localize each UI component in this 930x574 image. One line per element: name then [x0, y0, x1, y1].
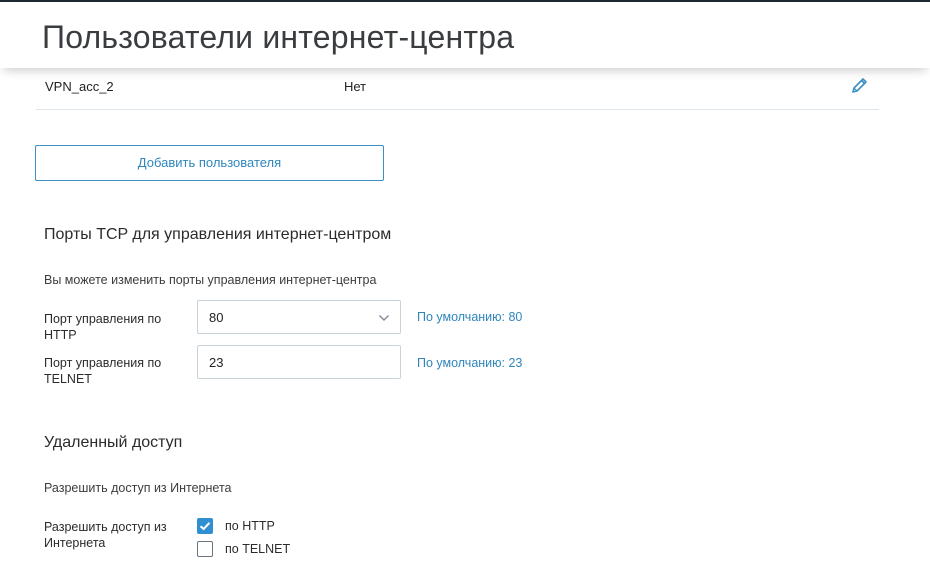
telnet-port-input[interactable]: 23 [197, 345, 401, 379]
remote-http-checkbox[interactable] [197, 518, 213, 534]
remote-access-section-title: Удаленный доступ [44, 434, 183, 451]
telnet-port-label-line2: TELNET [44, 372, 92, 386]
remote-access-label: Разрешить доступ из Интернета [44, 519, 184, 551]
add-user-button[interactable]: Добавить пользователя [35, 145, 384, 181]
page-title: Пользователи интернет-центра [42, 19, 515, 55]
tcp-ports-section-title: Порты TCP для управления интернет-центро… [44, 226, 392, 243]
user-name: VPN_acc_2 [45, 79, 114, 94]
chevron-down-icon [379, 315, 389, 321]
http-port-label-line1: Порт управления по [44, 312, 162, 326]
edit-user-button[interactable] [848, 75, 870, 97]
telnet-port-label-line1: Порт управления по [44, 356, 162, 370]
remote-telnet-checkbox[interactable] [197, 541, 213, 557]
telnet-port-default: По умолчанию: 23 [417, 356, 523, 370]
http-port-select[interactable]: 80 [197, 300, 401, 334]
user-table-row: VPN_acc_2 Нет [36, 68, 879, 110]
telnet-port-label: Порт управления по TELNET [44, 355, 184, 387]
remote-access-label-line2: Интернета [44, 536, 106, 550]
page-header: Пользователи интернет-центра [0, 2, 930, 68]
remote-telnet-label: по TELNET [225, 542, 291, 556]
http-port-default: По умолчанию: 80 [417, 310, 523, 324]
user-vpn-access: Нет [344, 79, 367, 94]
telnet-port-value: 23 [209, 355, 224, 370]
http-port-label-line2: HTTP [44, 328, 77, 342]
checkmark-icon [199, 522, 211, 531]
remote-access-hint: Разрешить доступ из Интернета [44, 481, 232, 495]
remote-http-label: по HTTP [225, 519, 275, 533]
pencil-icon [852, 78, 867, 93]
http-port-label: Порт управления по HTTP [44, 311, 184, 343]
tcp-ports-hint: Вы можете изменить порты управления инте… [44, 273, 377, 287]
remote-access-label-line1: Разрешить доступ из [44, 520, 167, 534]
http-port-value: 80 [209, 310, 224, 325]
